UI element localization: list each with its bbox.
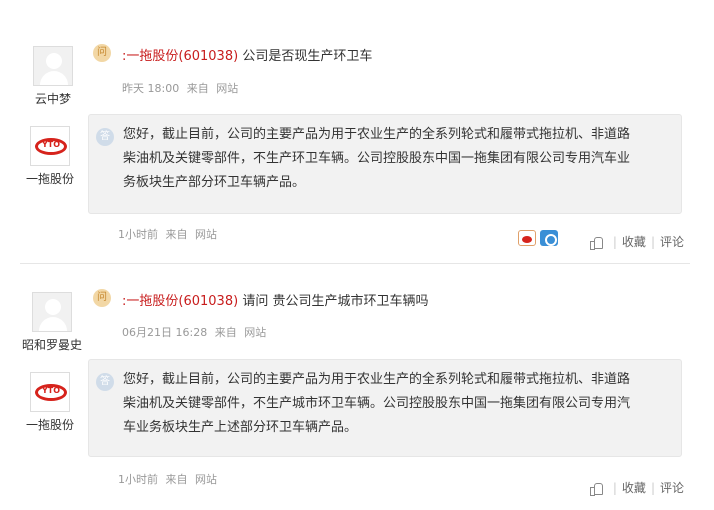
favorite-button[interactable]: 收藏 bbox=[622, 235, 646, 249]
qa-thread: 昭和罗曼史 问 :一拖股份(601038) 请问 贵公司生产城市环卫车辆吗 06… bbox=[0, 262, 714, 510]
answer-actions: | 收藏 | 评论 bbox=[589, 233, 684, 250]
answer-time: 1小时前 bbox=[118, 473, 158, 486]
answer-meta: 1小时前 来自 网站 bbox=[118, 226, 221, 242]
question-channel[interactable]: 网站 bbox=[216, 82, 238, 95]
company-logo[interactable]: YTO bbox=[30, 372, 70, 412]
answerer-name[interactable]: 一拖股份 bbox=[15, 416, 85, 433]
question-badge-icon: 问 bbox=[93, 44, 111, 62]
answer-meta: 1小时前 来自 网站 bbox=[118, 471, 221, 487]
question-source: 来自 bbox=[186, 82, 209, 95]
avatar[interactable] bbox=[32, 292, 72, 332]
logo-mark: YTO bbox=[41, 140, 61, 149]
question-time: 昨天 18:00 bbox=[122, 82, 180, 95]
question-meta: 昨天 18:00 来自 网站 bbox=[122, 80, 242, 96]
answer-channel[interactable]: 网站 bbox=[195, 473, 217, 486]
stock-code[interactable]: (601038) bbox=[178, 294, 238, 309]
answer-actions: | 收藏 | 评论 bbox=[589, 479, 684, 496]
answer-channel[interactable]: 网站 bbox=[195, 228, 217, 241]
action-separator: | bbox=[612, 235, 617, 249]
qa-thread: 云中梦 问 :一拖股份(601038) 公司是否现生产环卫车 昨天 18:00 … bbox=[0, 0, 714, 262]
question-badge-icon: 问 bbox=[93, 289, 111, 307]
favorite-button[interactable]: 收藏 bbox=[622, 481, 646, 495]
answer-badge-icon: 答 bbox=[96, 128, 114, 146]
thumbs-up-icon[interactable] bbox=[589, 482, 603, 496]
question-body: 请问 贵公司生产城市环卫车辆吗 bbox=[242, 294, 429, 309]
question-meta: 06月21日 16:28 来自 网站 bbox=[122, 324, 270, 340]
question-channel[interactable]: 网站 bbox=[244, 326, 266, 339]
action-separator: | bbox=[612, 481, 617, 495]
action-separator: | bbox=[650, 235, 655, 249]
answerer-name[interactable]: 一拖股份 bbox=[15, 170, 85, 187]
logo-mark: YTO bbox=[41, 386, 61, 395]
comment-button[interactable]: 评论 bbox=[660, 235, 684, 249]
answer-text: 您好，截止目前，公司的主要产品为用于农业生产的全系列轮式和履带式拖拉机、非道路 … bbox=[123, 368, 675, 440]
company-link[interactable]: :一拖股份 bbox=[122, 49, 178, 64]
stock-code[interactable]: (601038) bbox=[178, 49, 238, 64]
share-icons bbox=[518, 227, 562, 246]
answer-line: 您好，截止目前，公司的主要产品为用于农业生产的全系列轮式和履带式拖拉机、非道路 bbox=[123, 127, 631, 142]
answer-line: 柴油机及关键零部件，不生产环卫车辆。公司控股股东中国一拖集团有限公司专用汽车业 bbox=[123, 151, 631, 166]
answerer-block: YTO 一拖股份 bbox=[15, 372, 85, 433]
answer-line: 车业务板块生产上述部分环卫车辆产品。 bbox=[123, 420, 358, 435]
answer-source: 来自 bbox=[165, 228, 188, 241]
question-time: 06月21日 16:28 bbox=[122, 326, 208, 339]
company-logo[interactable]: YTO bbox=[30, 126, 70, 166]
avatar[interactable] bbox=[33, 46, 73, 86]
asker-name[interactable]: 云中梦 bbox=[18, 90, 88, 107]
asker-name[interactable]: 昭和罗曼史 bbox=[17, 336, 87, 353]
answer-source: 来自 bbox=[165, 473, 188, 486]
weibo-icon[interactable] bbox=[518, 229, 536, 246]
question-source: 来自 bbox=[214, 326, 237, 339]
answer-line: 柴油机及关键零部件，不生产城市环卫车辆。公司控股股东中国一拖集团有限公司专用汽 bbox=[123, 396, 631, 411]
thumbs-up-icon[interactable] bbox=[589, 236, 603, 250]
qzone-icon[interactable] bbox=[540, 229, 558, 246]
question-body: 公司是否现生产环卫车 bbox=[242, 49, 373, 64]
answer-line: 务板块生产部分环卫车辆产品。 bbox=[123, 175, 306, 190]
answer-line: 您好，截止目前，公司的主要产品为用于农业生产的全系列轮式和履带式拖拉机、非道路 bbox=[123, 372, 631, 387]
answer-badge-icon: 答 bbox=[96, 373, 114, 391]
question-text: :一拖股份(601038) 公司是否现生产环卫车 bbox=[122, 45, 372, 64]
asker-block: 云中梦 bbox=[18, 46, 88, 107]
answerer-block: YTO 一拖股份 bbox=[15, 126, 85, 187]
asker-block: 昭和罗曼史 bbox=[17, 292, 87, 353]
comment-button[interactable]: 评论 bbox=[660, 481, 684, 495]
action-separator: | bbox=[650, 481, 655, 495]
question-text: :一拖股份(601038) 请问 贵公司生产城市环卫车辆吗 bbox=[122, 290, 428, 309]
answer-text: 您好，截止目前，公司的主要产品为用于农业生产的全系列轮式和履带式拖拉机、非道路 … bbox=[123, 123, 675, 195]
answer-time: 1小时前 bbox=[118, 228, 158, 241]
company-link[interactable]: :一拖股份 bbox=[122, 294, 178, 309]
